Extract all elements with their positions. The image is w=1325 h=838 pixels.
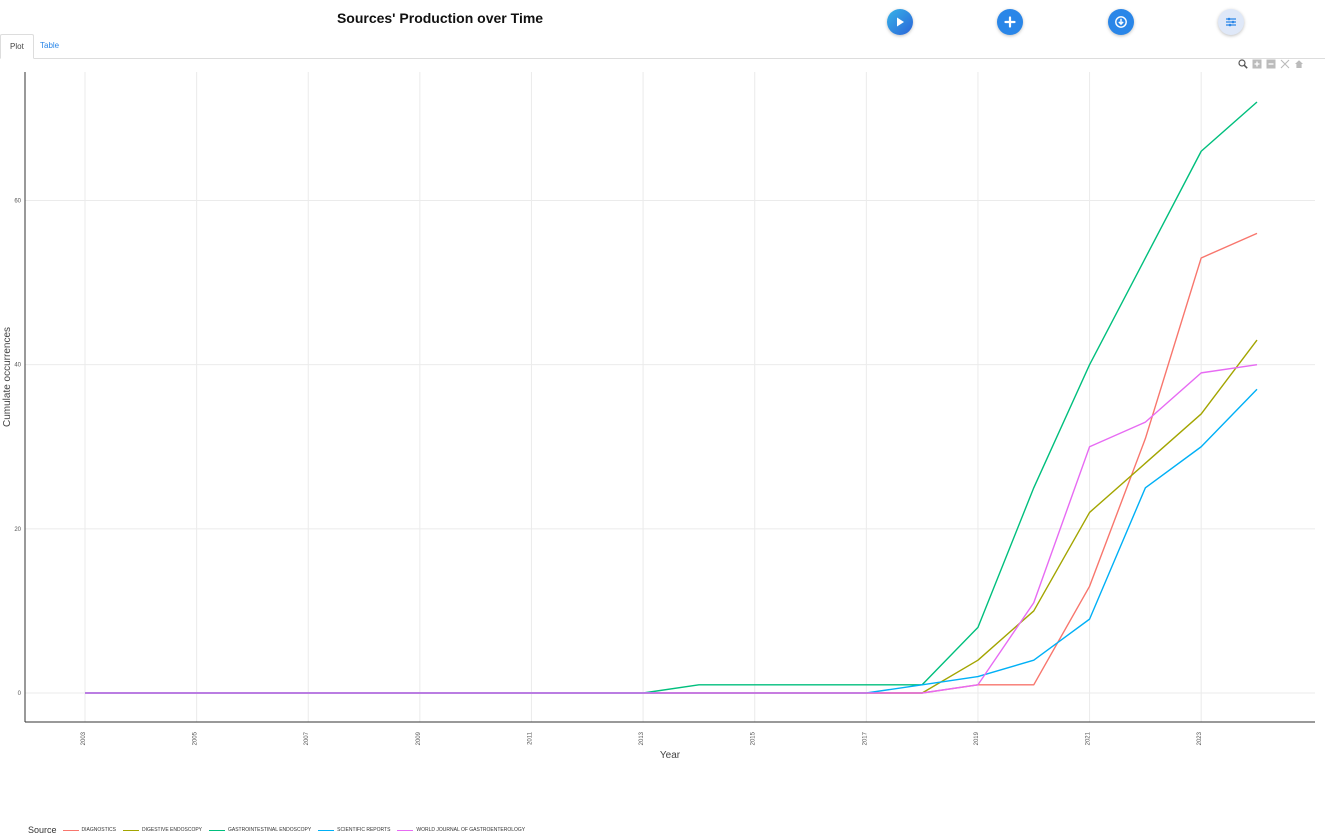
legend-item[interactable]: GASTROINTESTINAL ENDOSCOPY [209,827,311,833]
series-line [85,101,1258,694]
x-tick-label: 2013 [639,731,645,745]
legend-label: GASTROINTESTINAL ENDOSCOPY [228,827,312,833]
x-axis-title: Year [660,750,681,761]
x-tick-label: 2015 [751,731,757,745]
legend-label: DIAGNOSTICS [81,827,116,833]
legend-swatch [62,829,79,831]
legend-item[interactable]: DIAGNOSTICS [62,827,116,833]
chart-legend: Source DIAGNOSTICS DIGESTIVE ENDOSCOPY GAS… [28,823,532,837]
legend-swatch [122,829,139,831]
legend-swatch [318,829,335,831]
x-tick-label: 2003 [81,731,87,745]
x-tick-label: 2005 [193,731,199,745]
x-tick-label: 2017 [862,731,868,745]
x-tick-label: 2011 [527,731,533,745]
series-line [85,232,1258,694]
y-tick-label: 40 [14,363,21,369]
x-tick-label: 2009 [416,731,422,745]
y-tick-label: 60 [14,199,21,205]
legend-item[interactable]: WORLD JOURNAL OF GASTROENTEROLOGY [397,827,525,833]
legend-label: DIGESTIVE ENDOSCOPY [141,827,202,833]
y-tick-label: 0 [18,691,22,697]
legend-label: WORLD JOURNAL OF GASTROENTEROLOGY [416,827,526,833]
legend-label: SCIENTIFIC REPORTS [337,827,391,833]
y-axis-title: Cumulate occurrences [2,327,13,427]
series-line [85,388,1258,694]
legend-swatch [209,829,225,831]
legend-item[interactable]: DIGESTIVE ENDOSCOPY [122,827,202,833]
y-tick-label: 20 [14,527,21,533]
legend-swatch [397,829,414,831]
x-tick-label: 2021 [1086,731,1092,745]
legend-title: Source [28,825,57,835]
x-tick-label: 2007 [304,731,310,745]
series-line [85,339,1258,694]
line-chart: 2003 2005 2007 2009 2011 2013 2015 2017 2019 2021… [2,72,1315,761]
x-tick-label: 2019 [974,731,980,745]
legend-item[interactable]: SCIENTIFIC REPORTS [318,827,390,833]
x-tick-label: 2023 [1197,731,1203,745]
